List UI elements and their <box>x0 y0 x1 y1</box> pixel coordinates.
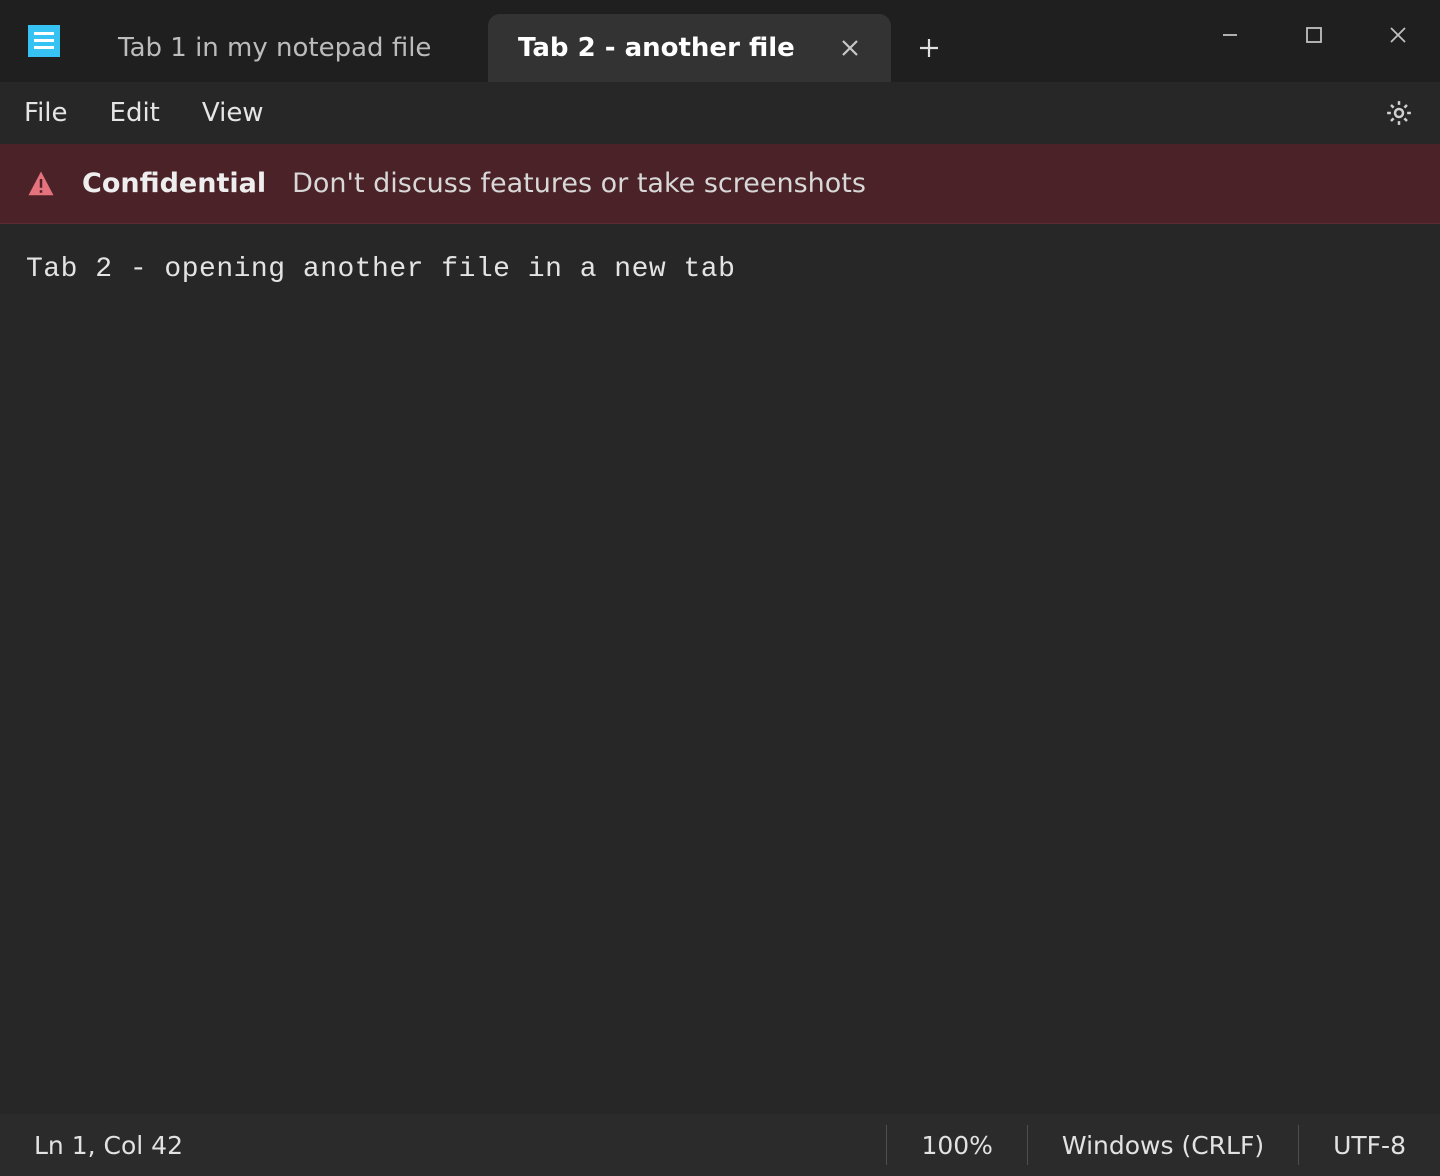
status-zoom[interactable]: 100% <box>887 1114 1026 1176</box>
app-icon-wrap <box>0 0 88 82</box>
editor-content[interactable]: Tab 2 - opening another file in a new ta… <box>26 254 1414 285</box>
tab-2[interactable]: Tab 2 - another file <box>488 14 891 82</box>
tab-2-label: Tab 2 - another file <box>518 33 795 63</box>
warning-icon <box>26 169 56 199</box>
notepad-app-icon <box>28 25 60 57</box>
tab-1-label: Tab 1 in my notepad file <box>118 33 431 63</box>
window-controls <box>1188 0 1440 82</box>
minimize-button[interactable] <box>1188 10 1272 60</box>
menu-file[interactable]: File <box>24 98 68 128</box>
gear-icon <box>1384 98 1414 128</box>
maximize-button[interactable] <box>1272 10 1356 60</box>
banner-message: Don't discuss features or take screensho… <box>292 168 866 199</box>
menu-edit[interactable]: Edit <box>110 98 160 128</box>
titlebar: Tab 1 in my notepad file Tab 2 - another… <box>0 0 1440 82</box>
menu-view[interactable]: View <box>202 98 264 128</box>
editor-area[interactable]: Tab 2 - opening another file in a new ta… <box>0 224 1440 1114</box>
close-window-button[interactable] <box>1356 10 1440 60</box>
close-tab-icon[interactable] <box>833 31 867 65</box>
banner-title: Confidential <box>82 168 266 199</box>
status-encoding[interactable]: UTF-8 <box>1299 1114 1440 1176</box>
menubar: File Edit View <box>0 82 1440 144</box>
confidential-banner: Confidential Don't discuss features or t… <box>0 144 1440 224</box>
statusbar: Ln 1, Col 42 100% Windows (CRLF) UTF-8 <box>0 1114 1440 1176</box>
tab-strip: Tab 1 in my notepad file Tab 2 - another… <box>88 0 1188 82</box>
settings-button[interactable] <box>1382 96 1416 130</box>
tab-1[interactable]: Tab 1 in my notepad file <box>88 14 488 82</box>
status-cursor[interactable]: Ln 1, Col 42 <box>0 1114 217 1176</box>
new-tab-button[interactable] <box>891 14 967 82</box>
status-line-ending[interactable]: Windows (CRLF) <box>1028 1114 1298 1176</box>
